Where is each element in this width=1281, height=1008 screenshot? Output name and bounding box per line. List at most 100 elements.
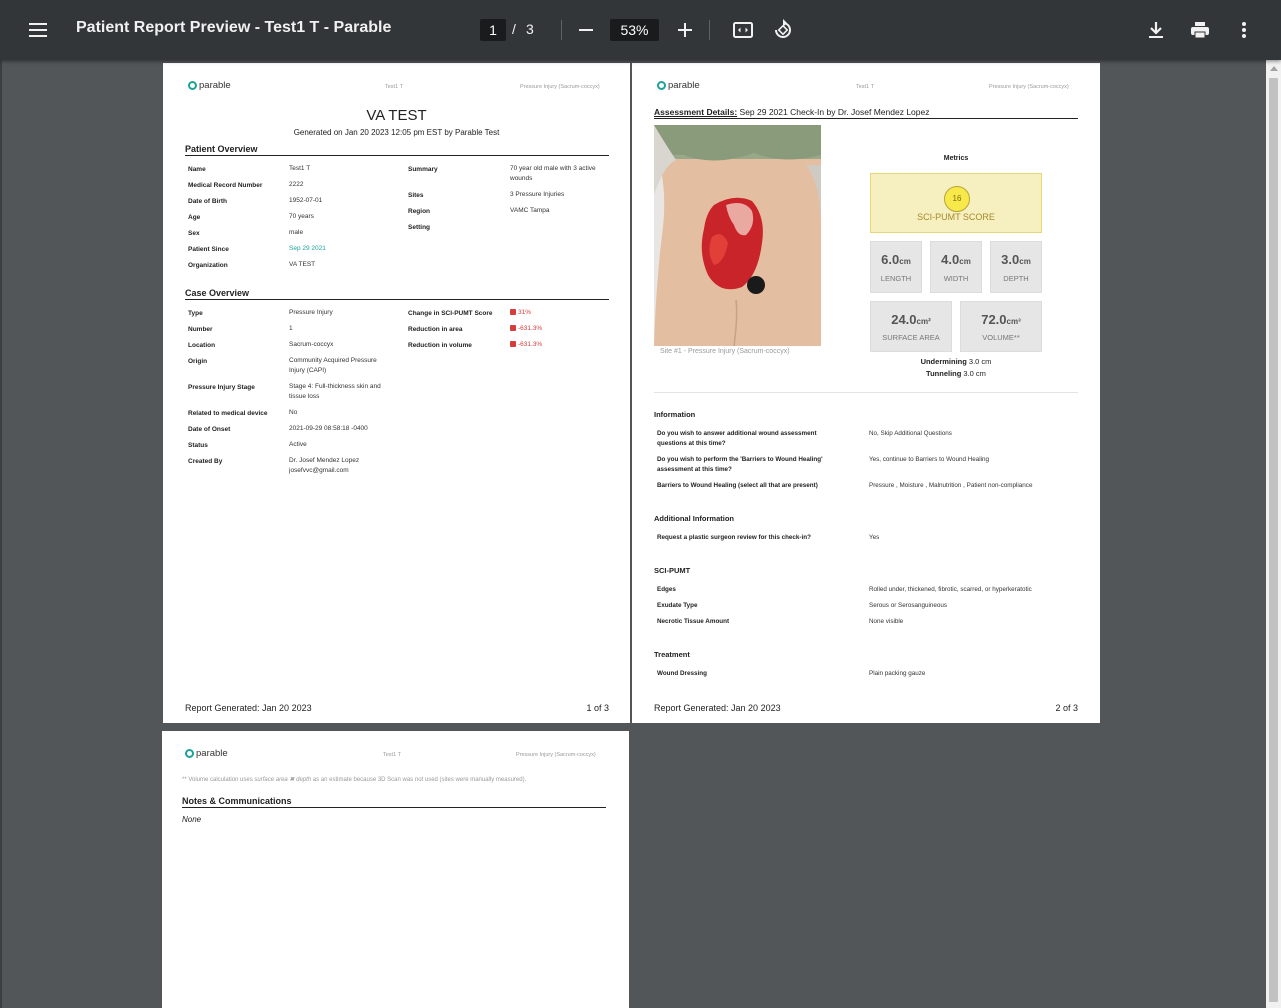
volume-value-row: 72.0cm³ (961, 312, 1041, 327)
divider (654, 392, 1078, 393)
parable-logo-icon (657, 81, 666, 90)
pdf-page-2: parable Test1 T Pressure Injury (Sacrum-… (632, 63, 1100, 723)
width-value-row: 4.0cm (931, 252, 981, 267)
field-label: Summary (408, 166, 438, 173)
page-separator: / (512, 21, 516, 37)
width-value: 4.0 (941, 252, 960, 267)
print-icon[interactable] (1188, 18, 1212, 42)
zoom-level-input[interactable]: 53% (610, 19, 659, 41)
parable-logo-icon (188, 81, 197, 90)
toolbar-divider (561, 20, 562, 40)
field-label: Name (188, 166, 206, 173)
patient-since-link[interactable]: Sep 29 2021 (289, 244, 326, 254)
vertical-scrollbar[interactable] (1266, 60, 1281, 1008)
field-label: Number (188, 326, 213, 333)
length-unit: cm (899, 257, 911, 266)
case-overview-heading: Case Overview (185, 288, 609, 300)
field-value: 70 years (289, 213, 314, 220)
rotate-icon[interactable] (771, 18, 795, 42)
area-reduction-value: -631.3% (510, 324, 542, 334)
answer-value: Serous or Serosanguineous (869, 602, 948, 609)
field-value: 1952-07-01 (289, 197, 323, 204)
report-title: VA TEST (366, 107, 427, 124)
answer-value: Yes (869, 534, 880, 541)
tunneling-row: Tunneling 3.0 cm (870, 369, 1042, 378)
toolbar-divider (709, 20, 710, 40)
question-label: Barriers to Wound Healing (select all th… (657, 482, 818, 489)
pdf-page-3: parable Test1 T Pressure Injury (Sacrum-… (162, 731, 629, 1008)
page-footer-number: 1 of 3 (586, 703, 609, 713)
field-label: Type (188, 310, 203, 317)
hamburger-icon[interactable] (26, 18, 50, 42)
length-value: 6.0 (881, 252, 900, 267)
field-label: Change in SCI-PUMT Score (408, 310, 493, 317)
area-reduction-text: -631.3% (518, 325, 543, 332)
field-label: Patient Since (188, 246, 229, 253)
patient-overview-heading: Patient Overview (185, 144, 609, 156)
header-patient-name: Test1 T (383, 752, 401, 758)
volume-reduction-text: -631.3% (518, 341, 543, 348)
field-value: Pressure Injury (289, 309, 333, 316)
question-label: Do you wish to perform the 'Barriers to … (657, 456, 823, 473)
minus-icon[interactable] (574, 18, 598, 42)
assessment-label: Assessment Details: (654, 107, 738, 117)
page-number-input[interactable]: 1 (480, 19, 506, 41)
field-value: Test1 T (289, 165, 311, 172)
field-value: VA TEST (289, 261, 316, 268)
score-value: 16 (944, 186, 970, 212)
more-vert-icon[interactable] (1232, 18, 1256, 42)
thumbs-down-icon (510, 341, 516, 347)
parable-logo: parable (185, 748, 228, 759)
length-value-row: 6.0cm (871, 252, 921, 267)
question-label: Wound Dressing (657, 670, 707, 677)
wound-photo (654, 125, 821, 346)
answer-value: Yes, continue to Barriers to Wound Heali… (869, 456, 990, 463)
field-label: Related to medical device (188, 410, 268, 417)
field-label: Medical Record Number (188, 182, 263, 189)
field-label: Pressure Injury Stage (188, 384, 255, 391)
report-subtitle: Generated on Jan 20 2023 12:05 pm EST by… (293, 128, 500, 137)
field-value: VAMC Tampa (510, 207, 550, 214)
plus-icon[interactable] (673, 18, 697, 42)
depth-value: 3.0 (1001, 252, 1020, 267)
field-label: Reduction in volume (408, 342, 472, 349)
undermining-value: 3.0 cm (968, 357, 992, 366)
field-label: Sex (188, 230, 200, 237)
field-label: Date of Onset (188, 426, 231, 433)
field-value: 2021-09-29 08:58:18 -0400 (289, 425, 368, 432)
information-heading: Information (654, 410, 696, 419)
answer-value: Rolled under, thickened, fibrotic, scarr… (869, 586, 1032, 593)
field-value: 70 year old male with 3 active wounds (510, 165, 596, 182)
footnote-formula: surface area ✖ depth (254, 777, 312, 783)
question-label: Do you wish to answer additional wound a… (657, 430, 817, 447)
question-label: Request a plastic surgeon review for thi… (657, 534, 811, 541)
pdf-toolbar: Patient Report Preview - Test1 T - Parab… (0, 0, 1281, 60)
undermining-row: Undermining 3.0 cm (870, 357, 1042, 366)
treatment-heading: Treatment (654, 650, 690, 659)
scroll-up-arrow-icon[interactable] (1270, 66, 1278, 71)
header-patient-name: Test1 T (385, 84, 403, 90)
parable-logo-icon (185, 749, 194, 758)
assessment-text: Sep 29 2021 Check-In by Dr. Josef Mendez… (739, 107, 930, 117)
field-value: male (289, 229, 304, 236)
depth-value-row: 3.0cm (991, 252, 1041, 267)
field-label: Created By (188, 458, 223, 465)
metrics-title: Metrics (943, 155, 969, 162)
field-label: Organization (188, 262, 228, 269)
sidebar-edge (0, 60, 2, 1008)
page-footer-number: 2 of 3 (1055, 703, 1078, 713)
additional-information-heading: Additional Information (654, 514, 734, 523)
field-value: 1 (289, 325, 293, 332)
field-label: Origin (188, 358, 208, 365)
length-label: LENGTH (880, 274, 912, 283)
field-label: Age (188, 214, 201, 221)
download-icon[interactable] (1144, 18, 1168, 42)
score-change-value: 31% (510, 308, 531, 318)
width-card: 4.0cm WIDTH (930, 241, 982, 293)
answer-value: No, Skip Additional Questions (869, 430, 952, 437)
header-site: Pressure Injury (Sacrum-coccyx) (520, 84, 600, 90)
notes-heading: Notes & Communications (182, 796, 606, 808)
scrollbar-thumb[interactable] (1269, 78, 1278, 1002)
fit-to-page-icon[interactable] (731, 18, 755, 42)
document-title: Patient Report Preview - Test1 T - Parab… (76, 19, 392, 36)
